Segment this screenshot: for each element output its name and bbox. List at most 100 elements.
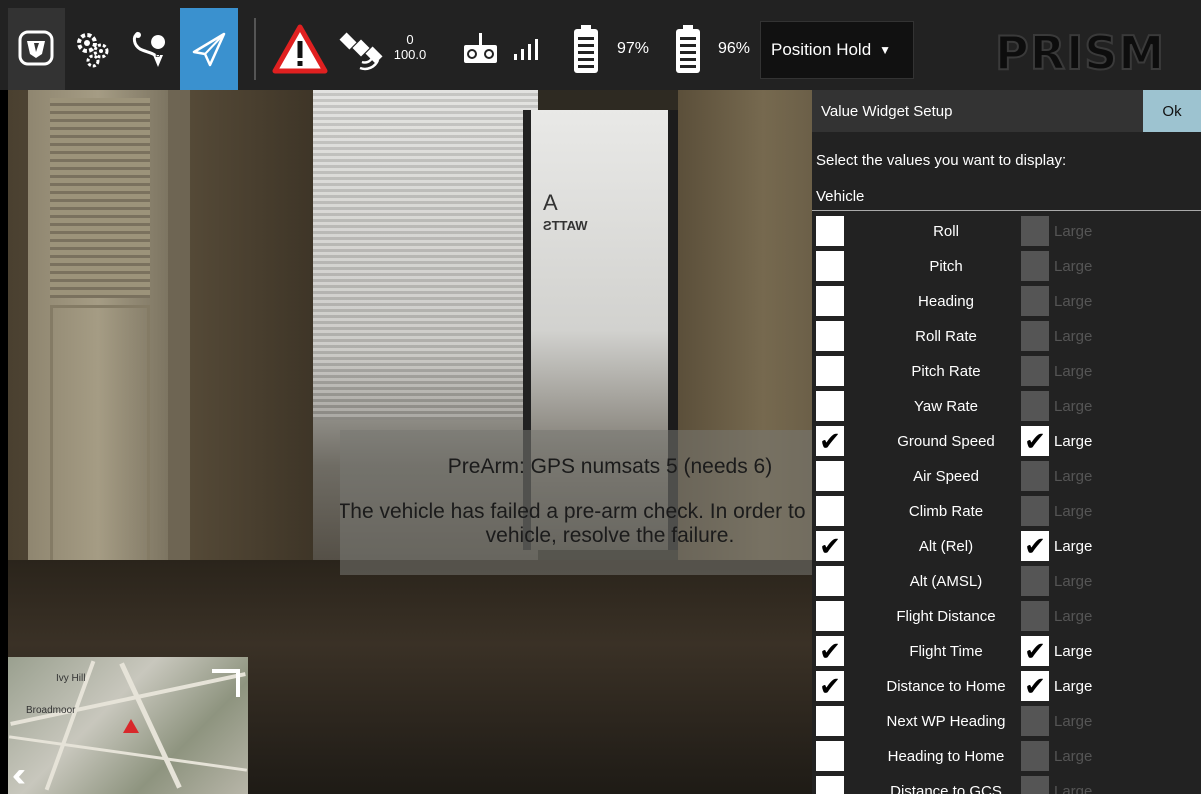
value-select-checkbox[interactable] bbox=[816, 356, 844, 386]
value-name: Yaw Rate bbox=[914, 398, 978, 415]
value-row: ✔ Ground Speed ✔ Large bbox=[812, 424, 1201, 459]
large-label: Large bbox=[1054, 258, 1093, 275]
battery-1-indicator[interactable] bbox=[566, 8, 606, 90]
large-checkbox[interactable] bbox=[1021, 216, 1049, 246]
large-checkbox[interactable]: ✔ bbox=[1021, 531, 1049, 561]
value-row: Yaw Rate Large bbox=[812, 389, 1201, 424]
large-checkbox[interactable] bbox=[1021, 321, 1049, 351]
value-row: Heading Large bbox=[812, 284, 1201, 319]
value-select-checkbox[interactable] bbox=[816, 776, 844, 794]
battery-icon bbox=[676, 25, 700, 73]
value-name: Ground Speed bbox=[897, 433, 995, 450]
value-name: Pitch bbox=[929, 258, 963, 275]
gps-satellite-count: 0 bbox=[406, 32, 414, 47]
large-checkbox[interactable] bbox=[1021, 706, 1049, 736]
caret-down-icon: ▼ bbox=[879, 43, 892, 57]
map-label: Broadmoor bbox=[26, 705, 76, 716]
large-checkbox[interactable] bbox=[1021, 286, 1049, 316]
settings-button[interactable] bbox=[66, 8, 120, 90]
large-label: Large bbox=[1054, 363, 1093, 380]
large-label: Large bbox=[1054, 503, 1093, 520]
door-sign-name: WATTS bbox=[543, 218, 588, 233]
large-label: Large bbox=[1054, 293, 1093, 310]
value-select-checkbox[interactable] bbox=[816, 461, 844, 491]
value-select-checkbox[interactable] bbox=[816, 251, 844, 281]
large-checkbox[interactable] bbox=[1021, 776, 1049, 794]
value-name: Climb Rate bbox=[908, 503, 984, 520]
mini-map[interactable]: Ivy Hill Broadmoor bbox=[8, 657, 248, 794]
vehicle-messages-indicator[interactable] bbox=[270, 8, 330, 90]
gps-hdop: 100.0 bbox=[393, 47, 427, 62]
gps-indicator[interactable] bbox=[336, 8, 386, 90]
category-label: Vehicle bbox=[816, 188, 865, 205]
value-name: Alt (Rel) bbox=[918, 538, 974, 555]
battery-1-percent: 97% bbox=[616, 40, 650, 57]
value-row: ✔ Alt (Rel) ✔ Large bbox=[812, 529, 1201, 564]
value-select-checkbox[interactable] bbox=[816, 566, 844, 596]
fly-paper-plane-icon bbox=[192, 32, 226, 67]
large-label: Large bbox=[1054, 398, 1093, 415]
large-checkbox[interactable] bbox=[1021, 356, 1049, 386]
value-name: Roll Rate bbox=[915, 328, 977, 345]
value-row: ✔ Flight Time ✔ Large bbox=[812, 634, 1201, 669]
ok-button[interactable]: Ok bbox=[1143, 90, 1201, 132]
large-checkbox[interactable] bbox=[1021, 741, 1049, 771]
large-checkbox[interactable] bbox=[1021, 566, 1049, 596]
large-checkbox[interactable] bbox=[1021, 601, 1049, 631]
satellite-icon bbox=[339, 32, 383, 71]
large-checkbox[interactable] bbox=[1021, 461, 1049, 491]
prearm-message-dialog: PreArm: GPS numsats 5 (needs 6) The vehi… bbox=[340, 430, 820, 575]
rc-transmitter-icon bbox=[464, 33, 497, 63]
panel-header: Value Widget Setup Ok bbox=[812, 90, 1201, 132]
rc-rssi-indicator[interactable] bbox=[456, 8, 504, 90]
value-select-checkbox[interactable] bbox=[816, 286, 844, 316]
value-select-checkbox[interactable] bbox=[816, 601, 844, 631]
video-scene bbox=[28, 90, 168, 610]
large-label: Large bbox=[1054, 468, 1093, 485]
value-select-checkbox[interactable] bbox=[816, 391, 844, 421]
value-name: Flight Distance bbox=[896, 608, 996, 625]
vehicle-marker-icon bbox=[123, 719, 139, 733]
rssi-signal bbox=[510, 8, 546, 90]
value-row: ✔ Distance to Home ✔ Large bbox=[812, 669, 1201, 704]
large-checkbox[interactable] bbox=[1021, 496, 1049, 526]
value-select-checkbox[interactable] bbox=[816, 216, 844, 246]
value-select-checkbox[interactable] bbox=[816, 741, 844, 771]
large-checkbox[interactable]: ✔ bbox=[1021, 426, 1049, 456]
value-select-checkbox[interactable]: ✔ bbox=[816, 636, 844, 666]
value-select-checkbox[interactable] bbox=[816, 706, 844, 736]
value-row: Air Speed Large bbox=[812, 459, 1201, 494]
large-checkbox[interactable] bbox=[1021, 251, 1049, 281]
value-row: Next WP Heading Large bbox=[812, 704, 1201, 739]
large-label: Large bbox=[1054, 538, 1093, 555]
value-select-checkbox[interactable]: ✔ bbox=[816, 426, 844, 456]
value-select-checkbox[interactable]: ✔ bbox=[816, 671, 844, 701]
large-checkbox[interactable]: ✔ bbox=[1021, 636, 1049, 666]
battery-2-indicator[interactable] bbox=[668, 8, 708, 90]
value-widget-setup-panel: Value Widget Setup Ok Select the values … bbox=[812, 90, 1201, 794]
collapse-chevrons-icon[interactable]: ‹‹‹ bbox=[12, 758, 26, 792]
large-label: Large bbox=[1054, 783, 1093, 794]
large-checkbox[interactable] bbox=[1021, 391, 1049, 421]
large-label: Large bbox=[1054, 608, 1093, 625]
main-toolbar: B 0 100.0 97% 96% Position Hold ▼ PRISM bbox=[0, 0, 1201, 90]
battery-2-percent: 96% bbox=[717, 40, 751, 57]
flight-mode-dropdown[interactable]: Position Hold ▼ bbox=[760, 21, 914, 79]
value-row: Alt (AMSL) Large bbox=[812, 564, 1201, 599]
value-select-checkbox[interactable] bbox=[816, 496, 844, 526]
large-label: Large bbox=[1054, 433, 1093, 450]
value-select-checkbox[interactable] bbox=[816, 321, 844, 351]
panel-instructions: Select the values you want to display: bbox=[816, 152, 1067, 169]
value-name: Flight Time bbox=[909, 643, 983, 660]
plan-view-button[interactable]: B bbox=[122, 8, 178, 90]
value-name: Next WP Heading bbox=[886, 713, 1006, 730]
fly-view-button[interactable] bbox=[180, 8, 238, 90]
brand-logo: PRISM bbox=[994, 25, 1166, 81]
value-name: Distance to GCS bbox=[890, 783, 1002, 794]
large-label: Large bbox=[1054, 748, 1093, 765]
value-select-checkbox[interactable]: ✔ bbox=[816, 531, 844, 561]
large-checkbox[interactable]: ✔ bbox=[1021, 671, 1049, 701]
map-expand-icon[interactable] bbox=[212, 669, 240, 697]
value-row: Flight Distance Large bbox=[812, 599, 1201, 634]
app-menu-button[interactable] bbox=[8, 8, 65, 90]
